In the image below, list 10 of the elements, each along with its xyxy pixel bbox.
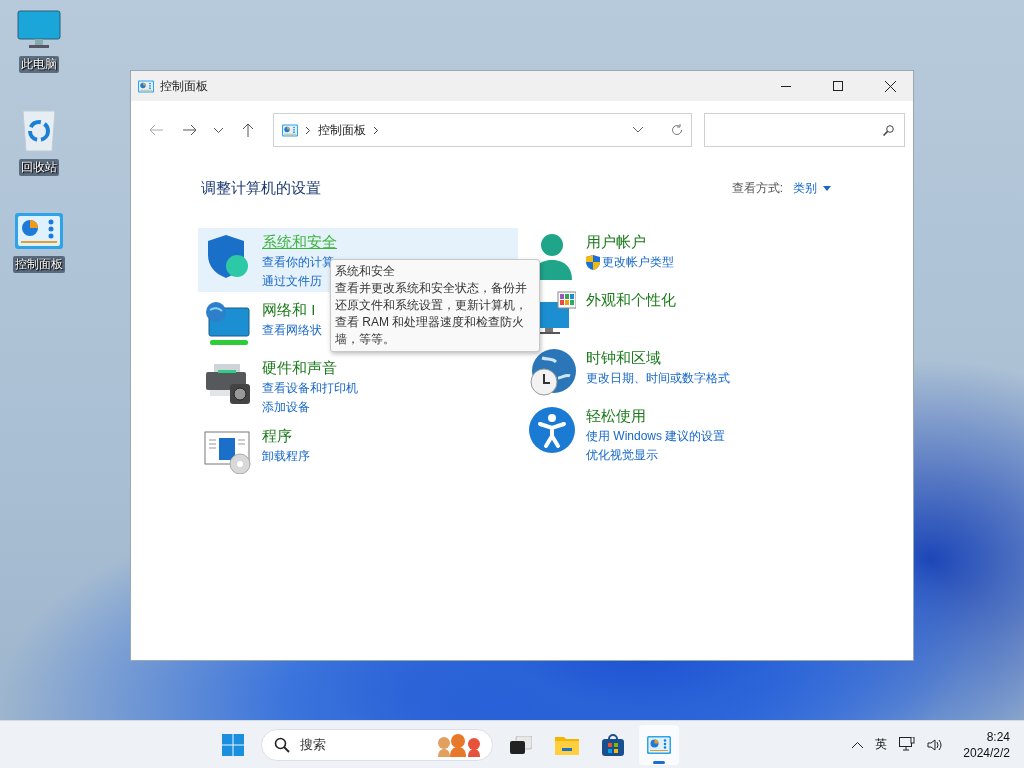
clock-time: 8:24 bbox=[986, 728, 1010, 745]
desktop-icon-label: 控制面板 bbox=[13, 256, 65, 273]
desktop-icon-label: 此电脑 bbox=[19, 56, 59, 73]
page-heading: 调整计算机的设置 bbox=[201, 179, 321, 198]
tooltip-title: 系统和安全 bbox=[335, 263, 396, 280]
tooltip-text: 查看并更改系统和安全状态，备份并还原文件和系统设置，更新计算机，查看 RAM 和处理器速度和检查防火墙，等等。 bbox=[335, 280, 528, 348]
clock-date: 2024/2/2 bbox=[963, 744, 1010, 761]
view-by-label: 查看方式: bbox=[731, 180, 783, 197]
desktop-icon-label: 回收站 bbox=[19, 159, 59, 176]
window-title: 控制面板 bbox=[160, 77, 209, 95]
